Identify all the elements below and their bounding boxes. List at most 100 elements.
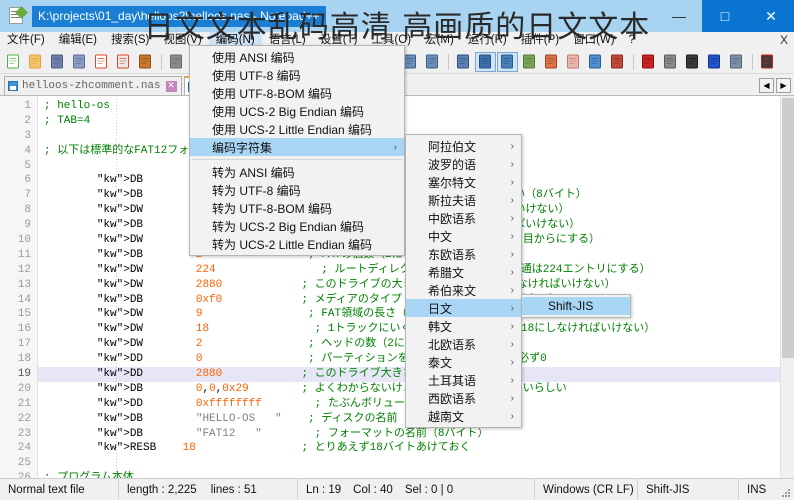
- menubar-item-12[interactable]: ?: [622, 32, 642, 50]
- menu-item-label: 使用 UTF-8 编码: [212, 68, 301, 83]
- print-icon[interactable]: [135, 52, 156, 72]
- chevron-right-icon: ›: [510, 320, 514, 332]
- menu-item[interactable]: 使用 UTF-8 编码: [190, 66, 404, 84]
- vertical-scrollbar[interactable]: [780, 96, 794, 478]
- menubar-item-9[interactable]: 运行(R): [461, 32, 514, 50]
- menu-item[interactable]: 西欧语系 ›: [406, 389, 521, 407]
- menu-item[interactable]: 转为 UTF-8 编码: [190, 181, 404, 199]
- tab-label: helloos-zhcomment.nas: [22, 80, 161, 92]
- user-defined-language-icon[interactable]: [541, 52, 562, 72]
- menu-item[interactable]: 使用 UTF-8-BOM 编码: [190, 84, 404, 102]
- chevron-right-icon: ›: [393, 141, 397, 153]
- chevron-right-icon: ›: [510, 410, 514, 422]
- menu-item[interactable]: 东欧语系 ›: [406, 245, 521, 263]
- menu-item[interactable]: 土耳其语 ›: [406, 371, 521, 389]
- menu-item[interactable]: 使用 ANSI 编码: [190, 48, 404, 66]
- vertical-scrollbar-thumb[interactable]: [782, 98, 794, 358]
- sync-horizontal-icon[interactable]: [422, 52, 443, 72]
- character-set-submenu[interactable]: 阿拉伯文 › 波罗的语 › 塞尔特文 › 斯拉夫语 › 中欧语系 › 中文 › 东欧语系 › 希腊文 › 希伯来…: [405, 134, 522, 428]
- menu-item[interactable]: 斯拉夫语 ›: [406, 191, 521, 209]
- show-all-chars-icon[interactable]: [475, 51, 496, 72]
- save-macro-icon[interactable]: [726, 52, 747, 72]
- show-ui-icon[interactable]: [519, 52, 540, 72]
- line-number: 20: [17, 382, 31, 395]
- menu-item[interactable]: 波罗的语 ›: [406, 155, 521, 173]
- menu-item[interactable]: 转为 UTF-8-BOM 编码: [190, 199, 404, 217]
- line-number: 26: [0, 471, 37, 478]
- close-button[interactable]: ✕: [748, 0, 794, 32]
- menubar-close-document-button[interactable]: X: [780, 33, 788, 47]
- resize-grip[interactable]: [780, 487, 792, 499]
- encoding-menu[interactable]: 使用 ANSI 编码 使用 UTF-8 编码 使用 UTF-8-BOM 编码 使用 U…: [189, 45, 405, 256]
- window-title: K:\projects\01_day\helloos2\helloos.nas …: [32, 5, 326, 27]
- code-line: ; hello-os: [44, 100, 111, 112]
- scroll-down-arrow[interactable]: [782, 464, 794, 478]
- maximize-button[interactable]: □: [702, 0, 748, 32]
- menu-item[interactable]: 越南文 ›: [406, 407, 521, 425]
- status-file-type: Normal text file: [8, 483, 85, 496]
- menu-item[interactable]: 使用 UCS-2 Little Endian 编码: [190, 120, 404, 138]
- menu-item[interactable]: 编码字符集 ›: [190, 138, 404, 156]
- record-macro-icon[interactable]: [638, 52, 659, 72]
- menu-item[interactable]: 使用 UCS-2 Big Endian 编码: [190, 102, 404, 120]
- cut-icon[interactable]: [166, 52, 187, 72]
- close-all-icon[interactable]: [113, 52, 134, 72]
- indent-guide-icon[interactable]: [497, 51, 518, 72]
- code-line: ; TAB=4: [44, 114, 91, 127]
- menu-item[interactable]: 中欧语系 ›: [406, 209, 521, 227]
- fast-playback-icon[interactable]: [704, 52, 725, 72]
- save-icon[interactable]: [47, 52, 68, 72]
- title-bar[interactable]: K:\projects\01_day\helloos2\helloos.nas …: [0, 0, 794, 32]
- line-number: 7: [24, 189, 31, 202]
- chevron-right-icon: ›: [510, 392, 514, 404]
- menu-item[interactable]: 泰文 ›: [406, 353, 521, 371]
- tab-close-icon[interactable]: ✕: [165, 80, 177, 92]
- tab-scroll-left-button[interactable]: ◀: [759, 78, 774, 93]
- menu-item[interactable]: 日文 ›: [406, 299, 521, 317]
- menubar-item-0[interactable]: 文件(F): [0, 32, 52, 50]
- play-macro-icon[interactable]: [682, 52, 703, 72]
- close-file-icon[interactable]: [91, 52, 112, 72]
- menubar-item-11[interactable]: 窗口(W): [566, 32, 622, 50]
- chevron-right-icon: ›: [510, 194, 514, 206]
- menu-separator: [192, 159, 402, 160]
- menu-item[interactable]: 转为 UCS-2 Little Endian 编码: [190, 235, 404, 253]
- menu-item[interactable]: 韩文 ›: [406, 317, 521, 335]
- menubar-item-2[interactable]: 搜索(S): [104, 32, 156, 50]
- folder-as-workspace-icon[interactable]: [585, 52, 606, 72]
- menu-item[interactable]: Shift-JIS: [522, 297, 630, 315]
- menu-item-label: 编码字符集: [212, 140, 273, 155]
- menu-item-label: 使用 UCS-2 Little Endian 编码: [212, 122, 373, 137]
- menu-item[interactable]: 北欧语系 ›: [406, 335, 521, 353]
- menu-item[interactable]: 塞尔特文 ›: [406, 173, 521, 191]
- menubar-item-1[interactable]: 编辑(E): [52, 32, 104, 50]
- open-file-icon[interactable]: [25, 52, 46, 72]
- document-tab[interactable]: helloos-zhcomment.nas ✕: [4, 76, 182, 95]
- menu-item-label: 日文: [428, 301, 453, 316]
- menu-item[interactable]: 转为 UCS-2 Big Endian 编码: [190, 217, 404, 235]
- word-wrap-icon[interactable]: [453, 52, 474, 72]
- document-map-icon[interactable]: [607, 52, 628, 72]
- chevron-right-icon: ›: [510, 158, 514, 170]
- menu-item[interactable]: 转为 ANSI 编码: [190, 163, 404, 181]
- stop-macro-icon[interactable]: [660, 52, 681, 72]
- line-number: 5: [24, 159, 31, 172]
- menubar-item-8[interactable]: 宏(M): [418, 32, 461, 50]
- menubar-item-10[interactable]: 插件(P): [514, 32, 566, 50]
- save-all-icon[interactable]: [69, 52, 90, 72]
- menu-item-label: 韩文: [428, 319, 453, 334]
- line-number: 13: [17, 278, 31, 291]
- minimize-button[interactable]: —: [656, 0, 702, 32]
- spell-check-icon[interactable]: [757, 52, 778, 72]
- tab-scroll-right-button[interactable]: ▶: [776, 78, 791, 93]
- japanese-submenu[interactable]: Shift-JIS: [521, 294, 631, 318]
- new-file-icon[interactable]: [3, 52, 24, 72]
- menu-item-label: 斯拉夫语: [428, 193, 477, 208]
- menu-item[interactable]: 希腊文 ›: [406, 263, 521, 281]
- menu-item[interactable]: 希伯来文 ›: [406, 281, 521, 299]
- menu-item-label: 转为 UCS-2 Big Endian 编码: [212, 219, 365, 234]
- menu-item-label: 泰文: [428, 355, 453, 370]
- menu-item[interactable]: 中文 ›: [406, 227, 521, 245]
- menu-item[interactable]: 阿拉伯文 ›: [406, 137, 521, 155]
- function-list-icon[interactable]: [563, 52, 584, 72]
